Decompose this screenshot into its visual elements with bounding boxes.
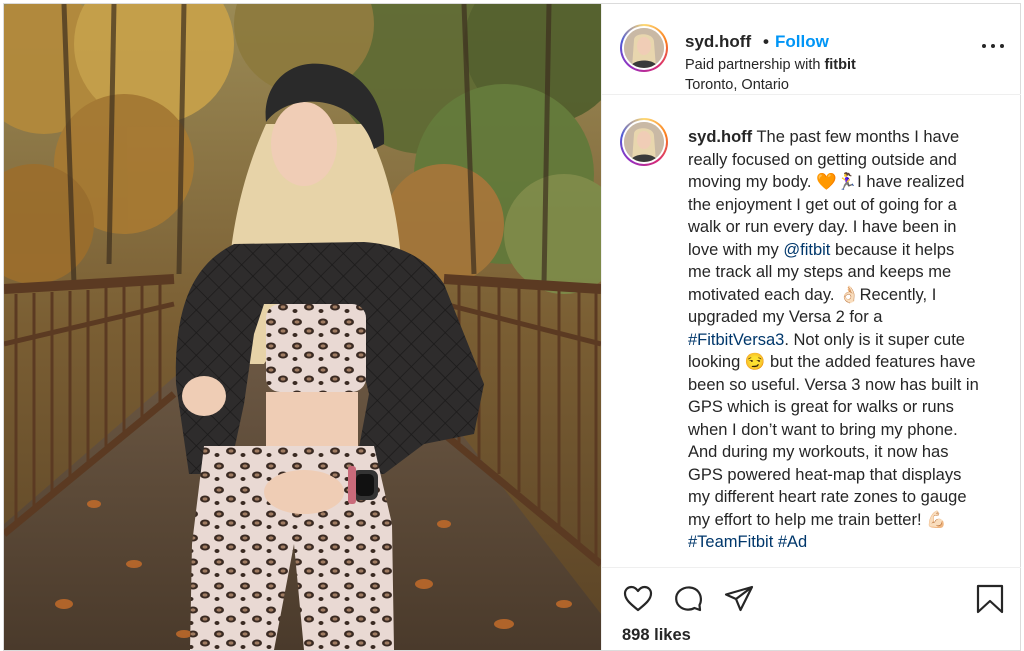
post-location[interactable]: Toronto, Ontario	[685, 77, 789, 93]
caption-line: when I don’t want to bring my phone.	[688, 420, 958, 439]
follow-button[interactable]: Follow	[775, 32, 829, 52]
caption-line: moving my body. 🧡🏃‍♀️I have realized	[688, 173, 965, 191]
caption-line: really focused on getting outside and	[688, 150, 957, 169]
post-actions-bar: 898 likes	[602, 567, 1021, 650]
separator-dot: •	[763, 32, 769, 51]
avatar-image	[624, 122, 664, 162]
caption-username[interactable]: syd.hoff	[688, 128, 752, 146]
post-photo[interactable]	[4, 4, 601, 650]
instagram-post: syd.hoff • Follow Paid partnership with …	[3, 3, 1021, 651]
share-icon[interactable]	[723, 583, 755, 615]
caption-line: And during my workouts, it now has	[688, 443, 949, 461]
post-photo-image	[4, 4, 601, 650]
likes-count[interactable]: 898 likes	[622, 626, 691, 645]
caption-line: my effort to help me train better! 💪🏻	[688, 510, 947, 529]
caption-line: the enjoyment I get out of going for a	[688, 195, 957, 214]
comment-icon[interactable]	[672, 583, 704, 615]
hashtag-teamfitbit-link[interactable]: #TeamFitbit	[688, 533, 773, 551]
hashtag-ad-link[interactable]: #Ad	[778, 533, 807, 551]
caption-line: #FitbitVersa3. Not only is it super cute	[688, 329, 1018, 352]
caption-line: love with my @fitbit because it helps	[688, 239, 1018, 262]
caption-text: because it helps	[830, 240, 955, 259]
heart-icon[interactable]	[622, 583, 654, 615]
caption-line: #TeamFitbit #Ad	[688, 531, 1018, 554]
caption-line: looking 😏 but the added features have	[688, 353, 976, 371]
hashtag-fitbitversa3-link[interactable]: #FitbitVersa3	[688, 331, 784, 349]
caption-line: been so useful. Versa 3 now has built in	[688, 375, 979, 394]
author-username[interactable]: syd.hoff	[685, 32, 751, 52]
bookmark-icon[interactable]	[974, 583, 1006, 615]
caption-text: The past few months I have	[752, 128, 960, 146]
caption-line: motivated each day. 👌🏻Recently, I	[688, 285, 937, 304]
partnership-prefix: Paid partnership with	[685, 57, 821, 73]
caption-line: GPS powered heat-map that displays	[688, 465, 962, 484]
partner-brand-link[interactable]: fitbit	[824, 57, 855, 73]
more-options-icon[interactable]	[982, 41, 1004, 51]
caption-line: GPS which is great for walks or runs	[688, 398, 954, 416]
caption-line: walk or run every day. I have been in	[688, 218, 957, 236]
fitbit-mention-link[interactable]: @fitbit	[783, 241, 830, 259]
caption-line: upgraded my Versa 2 for a	[688, 308, 883, 326]
post-header: syd.hoff • Follow Paid partnership with …	[602, 4, 1021, 95]
paid-partnership-label: Paid partnership with fitbit	[685, 57, 856, 73]
author-avatar[interactable]	[620, 24, 668, 72]
caption-line: syd.hoff The past few months I have	[688, 126, 1018, 149]
caption-line: my different heart rate zones to gauge	[688, 488, 967, 506]
post-caption: syd.hoff The past few months I have real…	[688, 126, 1018, 554]
caption-avatar[interactable]	[620, 118, 668, 166]
post-details-panel: syd.hoff • Follow Paid partnership with …	[601, 4, 1021, 650]
caption-line: me track all my steps and keeps me	[688, 263, 952, 281]
caption-text: love with my	[688, 240, 784, 259]
avatar-image	[624, 28, 664, 68]
caption-text: . Not only is it super cute	[784, 330, 965, 349]
